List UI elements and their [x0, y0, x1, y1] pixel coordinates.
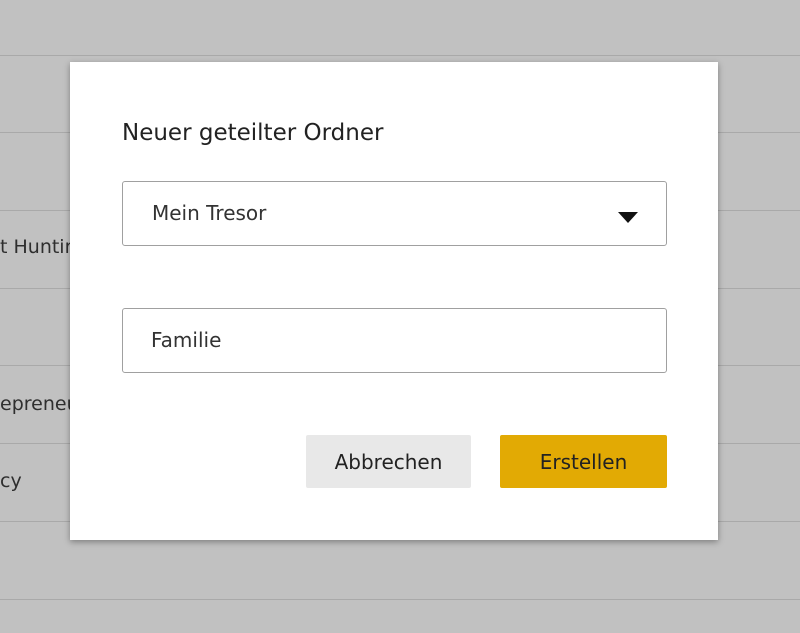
folder-name-value: Familie [151, 328, 222, 352]
vault-select-value: Mein Tresor [152, 201, 267, 225]
vault-select[interactable]: Mein Tresor [122, 181, 667, 246]
new-shared-folder-dialog: Neuer geteilter Ordner Mein Tresor Famil… [70, 62, 718, 540]
create-button[interactable]: Erstellen [500, 435, 667, 488]
background-row-text: cy [0, 470, 22, 492]
cancel-button[interactable]: Abbrechen [306, 435, 471, 488]
background-row-divider [0, 599, 800, 600]
folder-name-input[interactable]: Familie [122, 308, 667, 373]
background-row-text: t Huntir [0, 236, 73, 258]
background-row-divider [0, 55, 800, 56]
caret-down-icon [618, 212, 638, 223]
background-row-text: epreneu [0, 393, 79, 415]
dialog-title: Neuer geteilter Ordner [122, 120, 384, 146]
